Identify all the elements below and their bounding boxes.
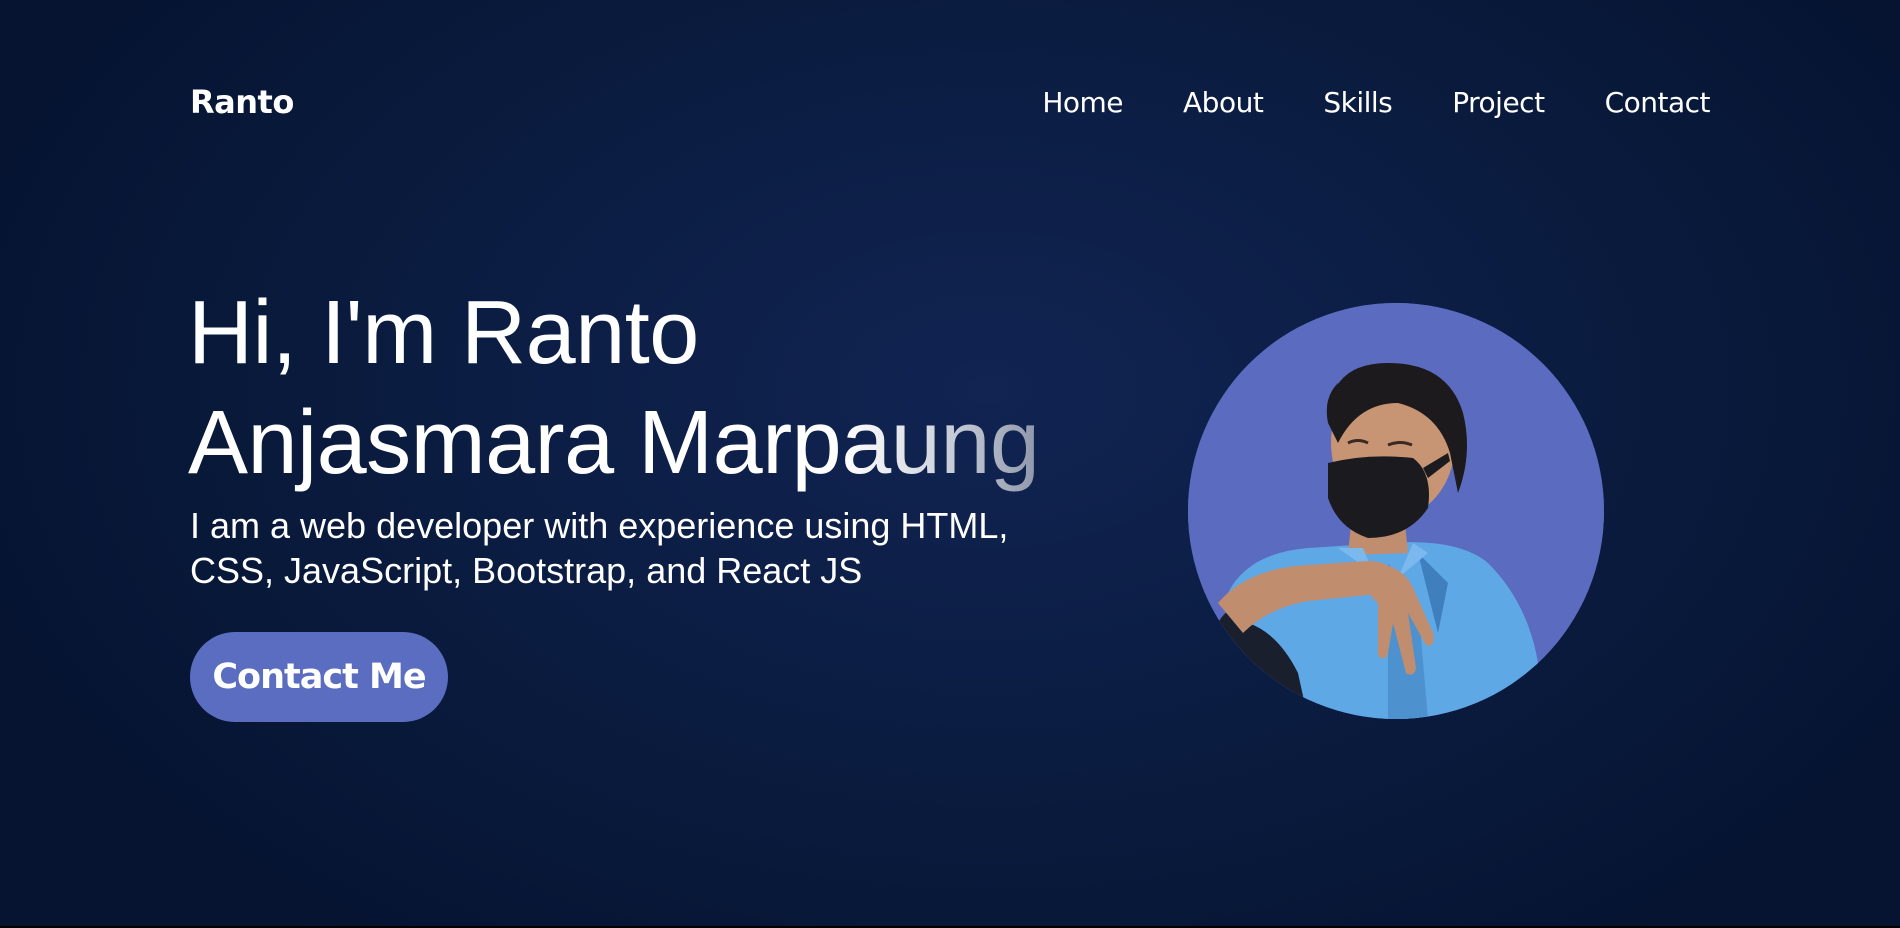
nav-skills[interactable]: Skills [1323, 86, 1392, 119]
hero-subtitle: I am a web developer with experience usi… [190, 505, 1009, 591]
nav-project[interactable]: Project [1452, 86, 1545, 119]
nav-home[interactable]: Home [1042, 86, 1123, 119]
hero-title-line-1: Hi, I'm Ranto [188, 283, 699, 383]
contact-me-button[interactable]: Contact Me [190, 632, 448, 722]
main-nav: Home About Skills Project Contact [1042, 86, 1710, 119]
site-logo[interactable]: Ranto [190, 83, 294, 121]
hero-title-line-2-solid: Anjasmara Marp [188, 393, 842, 493]
site-header: Ranto Home About Skills Project Contact [190, 78, 1711, 126]
profile-photo-icon [1188, 303, 1604, 719]
nav-about[interactable]: About [1183, 86, 1264, 119]
nav-contact[interactable]: Contact [1605, 86, 1711, 119]
hero-title: Hi, I'm Ranto Anjasmara Marpaung [188, 278, 1088, 498]
hero-title-line-2-fade: aung [841, 393, 1040, 493]
hero-title-line-2: Anjasmara Marpaung [188, 388, 1088, 498]
